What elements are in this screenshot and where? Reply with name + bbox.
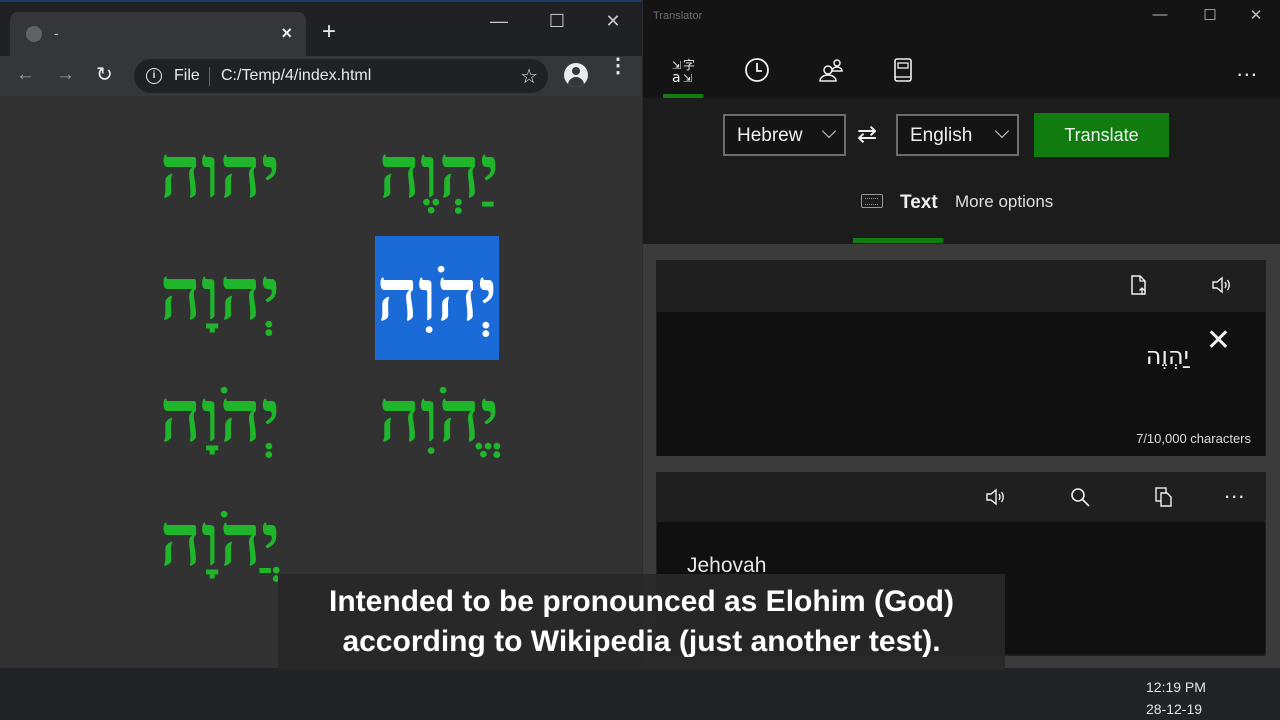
result-toolbar: ... bbox=[656, 472, 1266, 522]
app-title: Translator bbox=[653, 10, 703, 22]
back-button[interactable]: ← bbox=[16, 64, 35, 86]
svg-text:a: a bbox=[672, 70, 681, 84]
browser-window: - × + — ☐ ✕ ← → ↻ i File C:/Temp/4/index… bbox=[0, 0, 642, 668]
hebrew-word[interactable]: יהוה bbox=[160, 124, 280, 220]
phrasebook-icon bbox=[894, 58, 912, 82]
translator-window: Translator — ☐ ✕ ⇲ 字 a ⇲ ... Hebrew ⇄ En… bbox=[642, 0, 1280, 668]
clock-date: 28-12-19 bbox=[1146, 701, 1203, 717]
speaker-icon[interactable] bbox=[1210, 273, 1234, 297]
hebrew-word[interactable]: יְהוָה bbox=[160, 246, 280, 342]
profile-avatar-icon[interactable] bbox=[564, 63, 588, 87]
tab-title: - bbox=[54, 25, 59, 41]
screen: - × + — ☐ ✕ ← → ↻ i File C:/Temp/4/index… bbox=[0, 0, 1280, 720]
history-icon bbox=[745, 58, 769, 82]
source-toolbar bbox=[656, 260, 1266, 310]
chevron-down-icon bbox=[994, 123, 1010, 139]
more-icon[interactable]: ... bbox=[1224, 478, 1248, 503]
close-button[interactable]: ✕ bbox=[1233, 6, 1279, 24]
swap-languages-icon[interactable]: ⇄ bbox=[857, 120, 877, 149]
maximize-button[interactable]: ☐ bbox=[1187, 6, 1233, 24]
new-tab-button[interactable]: + bbox=[322, 18, 336, 46]
browser-tab[interactable]: - × bbox=[10, 12, 306, 58]
video-subtitle: Intended to be pronounced as Elohim (God… bbox=[278, 574, 1005, 670]
active-mode-indicator bbox=[853, 238, 943, 243]
translate-icon: ⇲ 字 a ⇲ bbox=[672, 57, 695, 86]
nav-phrasebook[interactable] bbox=[883, 56, 923, 96]
svg-text:字: 字 bbox=[683, 57, 695, 72]
address-bar[interactable]: i File C:/Temp/4/index.html ☆ bbox=[134, 59, 548, 93]
taskbar: 12:19 PM 28-12-19 bbox=[0, 668, 1280, 720]
translate-button[interactable]: Translate bbox=[1034, 113, 1169, 157]
source-card: יַהְוֶה ✕ 7/10,000 characters bbox=[656, 260, 1266, 456]
nav-history[interactable] bbox=[737, 56, 777, 96]
from-language-label: Hebrew bbox=[737, 125, 803, 146]
input-mode-row: Text More options bbox=[643, 186, 1280, 226]
from-language-select[interactable]: Hebrew bbox=[723, 114, 846, 156]
translation-controls: Hebrew ⇄ English Translate Text More opt… bbox=[643, 98, 1280, 244]
open-file-icon[interactable] bbox=[1126, 273, 1150, 297]
browser-toolbar: ← → ↻ i File C:/Temp/4/index.html ☆ ⋮ bbox=[0, 56, 642, 96]
close-button[interactable]: ✕ bbox=[590, 8, 636, 34]
globe-icon bbox=[26, 26, 42, 42]
browser-titlebar: - × + — ☐ ✕ bbox=[0, 0, 642, 58]
reload-button[interactable]: ↻ bbox=[96, 62, 113, 87]
hebrew-word[interactable]: יֲהֹוָה bbox=[160, 492, 280, 588]
to-language-select[interactable]: English bbox=[896, 114, 1019, 156]
nav-conversation[interactable] bbox=[811, 56, 851, 96]
hebrew-word[interactable]: יַהְוֶה bbox=[379, 124, 499, 220]
clock-time: 12:19 PM bbox=[1146, 679, 1206, 695]
tab-text[interactable]: Text bbox=[900, 192, 938, 214]
browser-menu-icon[interactable]: ⋮ bbox=[608, 56, 628, 76]
to-language-label: English bbox=[910, 125, 973, 146]
hebrew-word[interactable]: יֱהֹוִה bbox=[379, 368, 499, 464]
tab-close-icon[interactable]: × bbox=[281, 23, 292, 44]
source-text[interactable]: יַהְוֶה bbox=[1146, 342, 1189, 370]
more-options-link[interactable]: More options bbox=[955, 192, 1053, 212]
minimize-button[interactable]: — bbox=[476, 8, 522, 34]
clear-text-icon[interactable]: ✕ bbox=[1206, 326, 1231, 356]
hebrew-word-selected[interactable]: יְהֹוִה bbox=[374, 236, 499, 360]
info-icon[interactable]: i bbox=[146, 68, 162, 84]
subtitle-line-1: Intended to be pronounced as Elohim (God… bbox=[329, 585, 954, 618]
source-text-area[interactable]: יַהְוֶה ✕ 7/10,000 characters bbox=[657, 312, 1265, 456]
speaker-icon[interactable] bbox=[984, 485, 1008, 509]
subtitle-line-2: according to Wikipedia (just another tes… bbox=[342, 625, 941, 658]
conversation-icon bbox=[819, 59, 843, 82]
more-options-icon[interactable]: ... bbox=[1237, 56, 1258, 82]
url-scheme: File bbox=[174, 67, 200, 84]
maximize-button[interactable]: ☐ bbox=[534, 8, 580, 34]
search-icon[interactable] bbox=[1068, 485, 1092, 509]
bookmark-star-icon[interactable]: ☆ bbox=[520, 64, 538, 89]
copy-icon[interactable] bbox=[1152, 485, 1176, 509]
divider bbox=[209, 67, 210, 86]
keyboard-icon bbox=[861, 194, 883, 208]
forward-button[interactable]: → bbox=[56, 64, 75, 86]
url-text[interactable]: C:/Temp/4/index.html bbox=[221, 67, 371, 85]
nav-translate[interactable]: ⇲ 字 a ⇲ bbox=[663, 56, 703, 96]
minimize-button[interactable]: — bbox=[1137, 6, 1183, 23]
chevron-down-icon bbox=[821, 123, 837, 139]
hebrew-word[interactable]: יְהֹוָה bbox=[160, 368, 280, 464]
svg-text:⇲: ⇲ bbox=[683, 72, 692, 84]
character-count: 7/10,000 characters bbox=[1136, 431, 1251, 446]
taskbar-clock[interactable]: 12:19 PM 28-12-19 bbox=[1146, 676, 1206, 720]
